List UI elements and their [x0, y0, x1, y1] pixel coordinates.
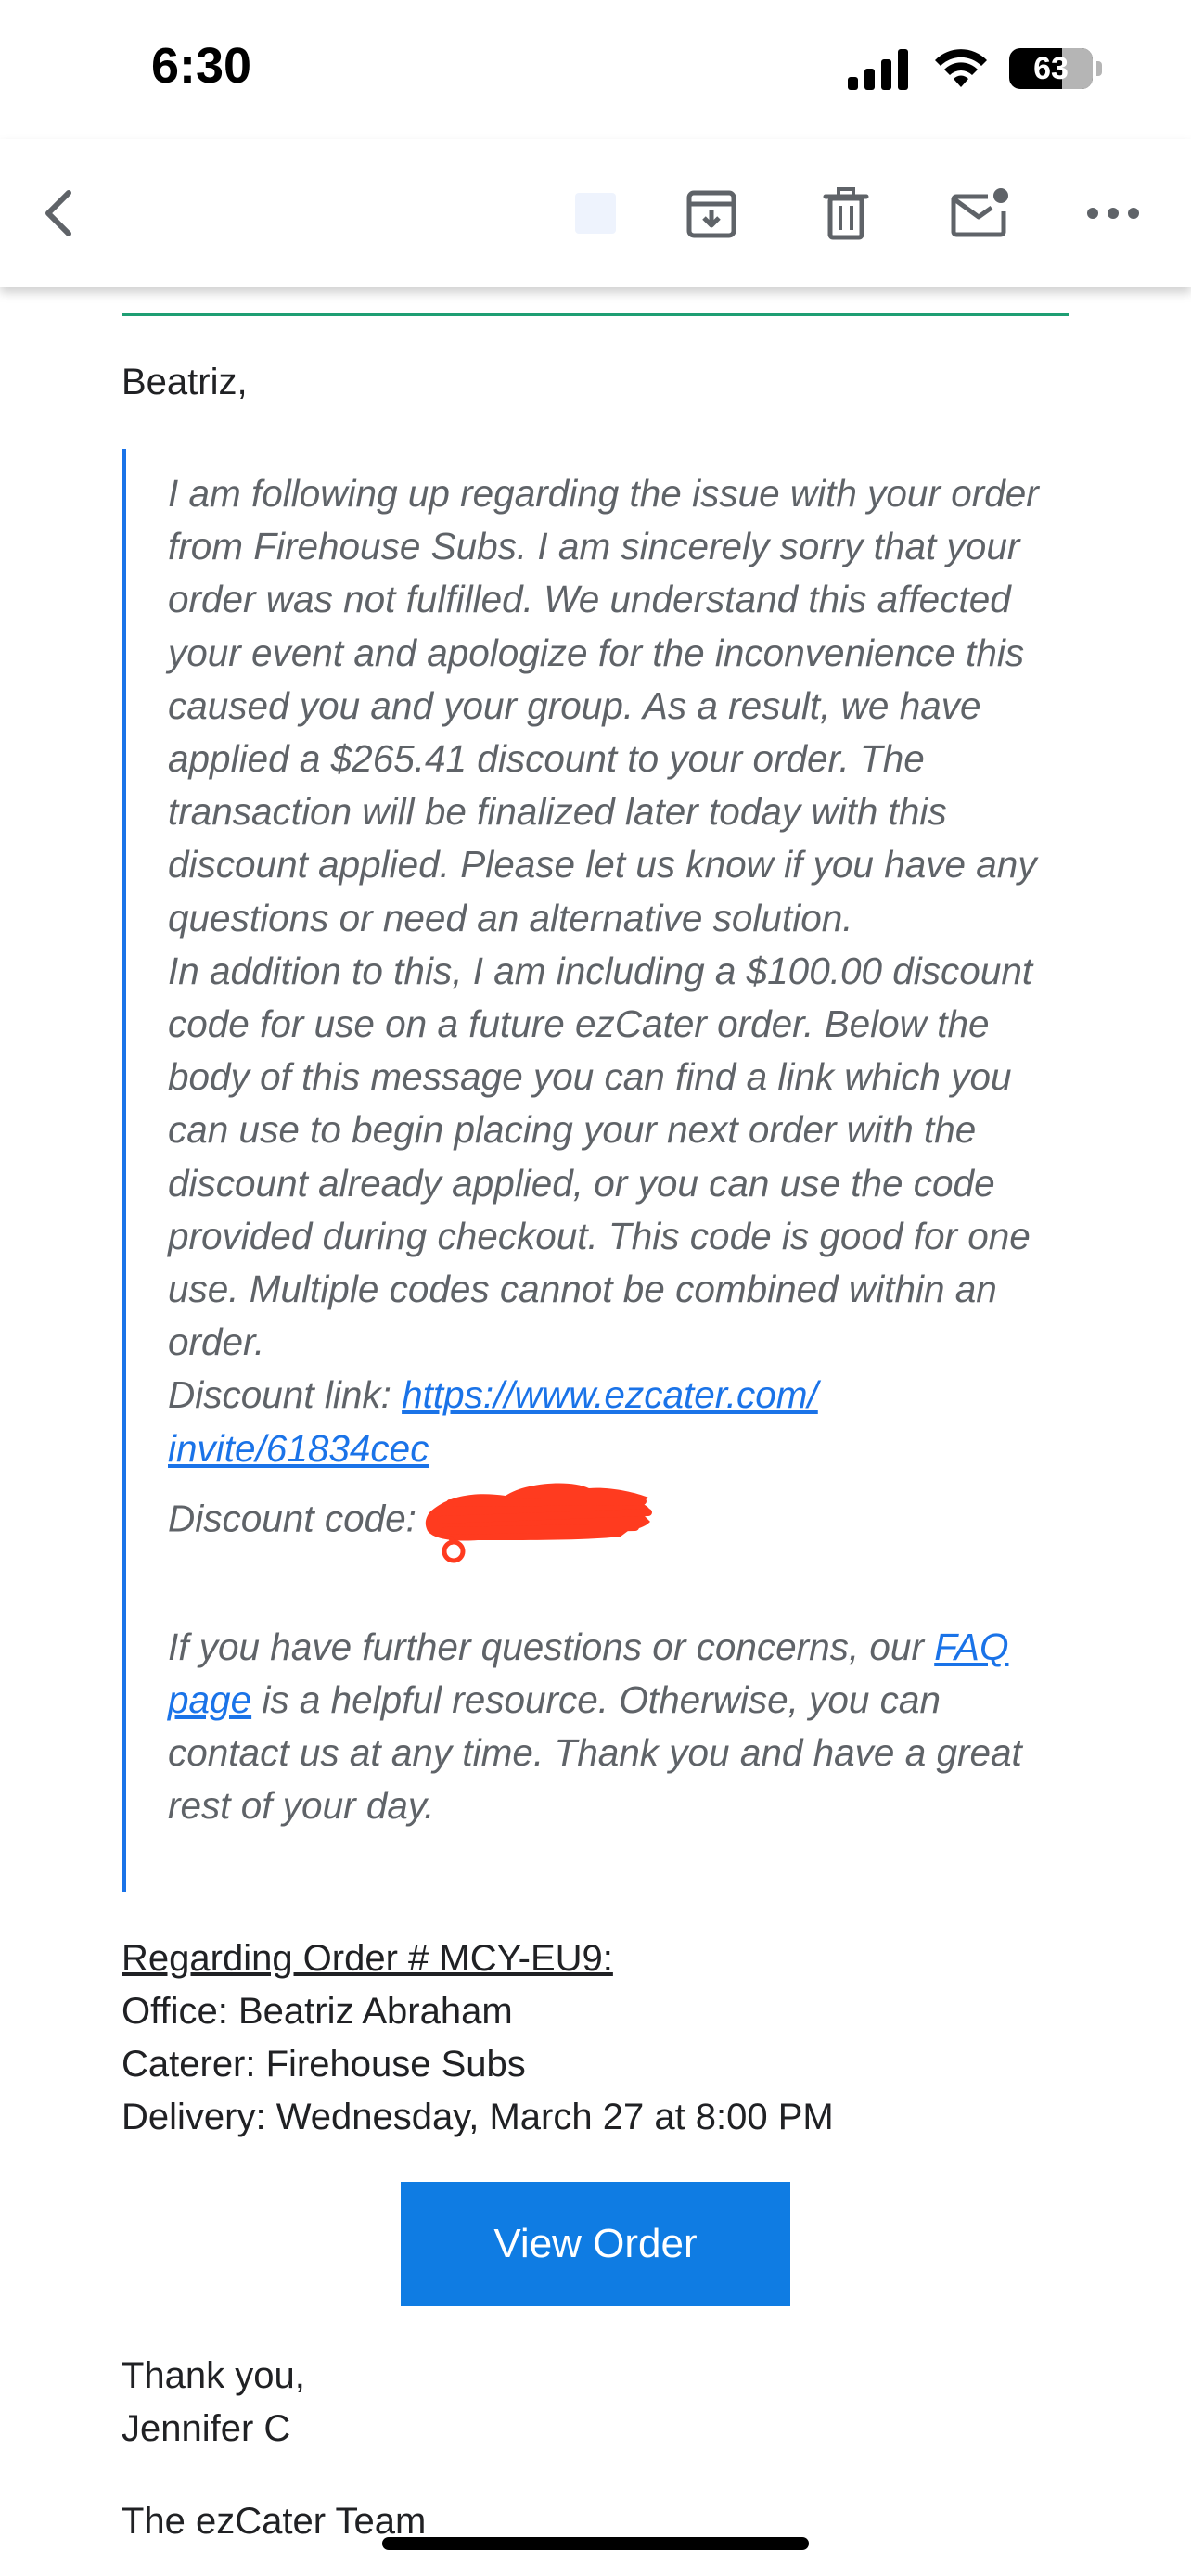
quote-paragraph-faq: If you have further questions or concern… — [168, 1621, 1069, 1833]
discount-link-label: Discount link: — [168, 1373, 403, 1417]
label-icon — [575, 193, 616, 234]
discount-link-line: Discount link: https://www.ezcater.com/i… — [168, 1369, 1069, 1474]
faq-link-text-1: FAQ — [934, 1625, 1009, 1668]
signoff-thanks: Thank you, — [122, 2355, 305, 2396]
battery-percent: 63 — [1033, 50, 1069, 86]
quoted-message: I am following up regarding the issue wi… — [122, 449, 1069, 1892]
back-arrow-icon — [45, 190, 71, 236]
redaction-scribble — [425, 1483, 652, 1563]
view-order-button[interactable]: View Order — [401, 2182, 790, 2306]
order-reference: Regarding Order # MCY-EU9: — [122, 1938, 613, 1979]
home-indicator[interactable] — [382, 2537, 809, 2550]
further-text-1: If you have further questions or concern… — [168, 1625, 935, 1668]
battery-icon: 63 — [1009, 48, 1093, 89]
cellular-signal-icon — [848, 49, 908, 90]
signoff: Thank you, Jennifer C — [122, 2350, 305, 2455]
back-button[interactable] — [15, 167, 108, 260]
status-icons: 63 — [846, 46, 1102, 91]
signoff-sender: Jennifer C — [122, 2408, 291, 2449]
delete-icon — [823, 187, 869, 240]
header-divider — [122, 313, 1069, 316]
more-options-button[interactable] — [1067, 167, 1159, 260]
archive-icon — [686, 190, 736, 238]
status-time: 6:30 — [151, 38, 252, 94]
discount-code-line: Discount code: — [168, 1475, 1069, 1568]
status-bar: 6:30 63 — [0, 0, 1191, 139]
discount-link-text-2: invite/61834cec — [168, 1426, 429, 1470]
archive-button[interactable] — [665, 167, 758, 260]
quote-spacer — [168, 1568, 1069, 1621]
battery-nub — [1096, 61, 1102, 76]
greeting: Beatriz, — [122, 362, 248, 402]
order-details: Regarding Order # MCY-EU9: Office: Beatr… — [122, 1932, 834, 2144]
quote-paragraph-discount: In addition to this, I am including a $1… — [168, 949, 1033, 1364]
discount-link-text-1: https://www.ezcater.com/ — [402, 1373, 818, 1417]
further-text-2: is a helpful resource. Otherwise, you ca… — [168, 1678, 1022, 1828]
order-caterer: Caterer: Firehouse Subs — [122, 2044, 526, 2085]
quote-paragraph-apology: I am following up regarding the issue wi… — [168, 472, 1039, 939]
order-delivery: Delivery: Wednesday, March 27 at 8:00 PM — [122, 2097, 834, 2137]
wifi-icon — [935, 49, 987, 87]
delete-button[interactable] — [800, 167, 892, 260]
signoff-team: The ezCater Team — [122, 2501, 427, 2542]
email-toolbar — [0, 139, 1191, 287]
faq-link-text-2: page — [168, 1678, 252, 1722]
discount-code-label: Discount code: — [168, 1497, 416, 1540]
more-icon — [1087, 208, 1139, 219]
mark-unread-icon — [951, 188, 1008, 237]
mark-unread-button[interactable] — [933, 167, 1026, 260]
order-office: Office: Beatriz Abraham — [122, 1991, 513, 2032]
label-button[interactable] — [549, 167, 642, 260]
